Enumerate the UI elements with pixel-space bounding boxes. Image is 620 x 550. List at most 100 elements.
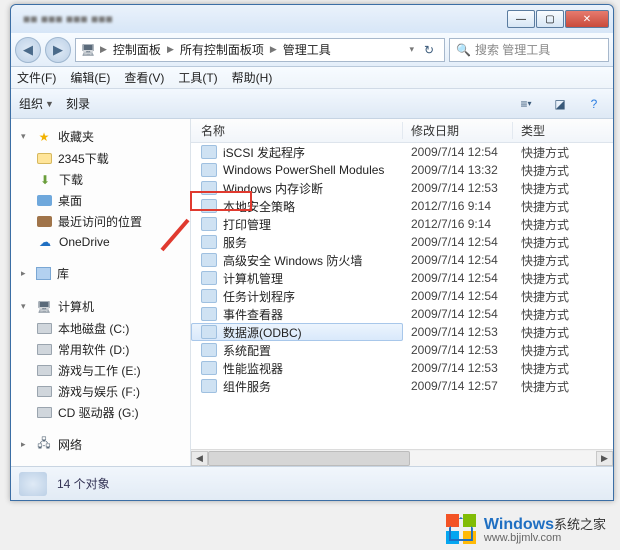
folder-icon bbox=[37, 153, 52, 164]
menu-tools[interactable]: 工具(T) bbox=[178, 69, 217, 86]
computer-icon: 🖥 bbox=[80, 42, 96, 58]
menu-view[interactable]: 查看(V) bbox=[124, 69, 164, 86]
library-icon bbox=[36, 267, 51, 280]
desktop-icon bbox=[37, 195, 52, 206]
crumb-all-items[interactable]: 所有控制面板项 bbox=[178, 41, 266, 58]
sidebar-item-onedrive[interactable]: ☁OneDrive bbox=[17, 232, 190, 252]
search-icon: 🔍 bbox=[456, 43, 471, 57]
column-name[interactable]: 名称 bbox=[191, 122, 403, 139]
chevron-down-icon[interactable]: ▾ bbox=[407, 44, 416, 55]
item-date: 2009/7/14 12:57 bbox=[403, 379, 513, 393]
column-date[interactable]: 修改日期 bbox=[403, 122, 513, 139]
shortcut-icon bbox=[201, 325, 217, 339]
network-group[interactable]: ▸🖧网络 bbox=[17, 433, 190, 456]
shortcut-icon bbox=[201, 235, 217, 249]
list-item[interactable]: 组件服务2009/7/14 12:57快捷方式 bbox=[191, 377, 613, 395]
maximize-button[interactable]: ▢ bbox=[536, 10, 564, 28]
item-type: 快捷方式 bbox=[513, 342, 613, 359]
list-item[interactable]: 高级安全 Windows 防火墙2009/7/14 12:54快捷方式 bbox=[191, 251, 613, 269]
item-date: 2009/7/14 12:54 bbox=[403, 289, 513, 303]
search-input[interactable]: 🔍 搜索 管理工具 bbox=[449, 38, 609, 62]
column-type[interactable]: 类型 bbox=[513, 122, 613, 139]
list-item[interactable]: 任务计划程序2009/7/14 12:54快捷方式 bbox=[191, 287, 613, 305]
list-item[interactable]: Windows 内存诊断2009/7/14 12:53快捷方式 bbox=[191, 179, 613, 197]
item-type: 快捷方式 bbox=[513, 378, 613, 395]
item-name: 高级安全 Windows 防火墙 bbox=[223, 252, 362, 269]
list-item[interactable]: 事件查看器2009/7/14 12:54快捷方式 bbox=[191, 305, 613, 323]
titlebar: ■■ ■■■ ■■■ ■■■ — ▢ ✕ bbox=[11, 5, 613, 33]
sidebar-item-downloads[interactable]: ⬇下载 bbox=[17, 169, 190, 190]
shortcut-icon bbox=[201, 253, 217, 267]
help-button[interactable]: ? bbox=[583, 94, 605, 114]
item-date: 2012/7/16 9:14 bbox=[403, 199, 513, 213]
computer-group[interactable]: ▾🖥计算机 bbox=[17, 295, 190, 318]
list-item[interactable]: 系统配置2009/7/14 12:53快捷方式 bbox=[191, 341, 613, 359]
item-date: 2009/7/14 12:54 bbox=[403, 235, 513, 249]
drive-icon bbox=[37, 365, 52, 376]
forward-button[interactable]: ▶ bbox=[45, 37, 71, 63]
breadcrumb[interactable]: 🖥 ▶ 控制面板 ▶ 所有控制面板项 ▶ 管理工具 ▾ ↻ bbox=[75, 38, 445, 62]
libraries-group[interactable]: ▸库 bbox=[17, 262, 190, 285]
item-name: Windows 内存诊断 bbox=[223, 180, 323, 197]
sidebar-drive-e[interactable]: 游戏与工作 (E:) bbox=[17, 360, 190, 381]
crumb-control-panel[interactable]: 控制面板 bbox=[111, 41, 163, 58]
burn-button[interactable]: 刻录 bbox=[66, 95, 90, 112]
list-item[interactable]: 打印管理2012/7/16 9:14快捷方式 bbox=[191, 215, 613, 233]
cloud-icon: ☁ bbox=[37, 234, 53, 250]
list-item[interactable]: Windows PowerShell Modules2009/7/14 13:3… bbox=[191, 161, 613, 179]
shortcut-icon bbox=[201, 289, 217, 303]
menu-file[interactable]: 文件(F) bbox=[17, 69, 56, 86]
preview-pane-button[interactable]: ◪ bbox=[549, 94, 571, 114]
list-item[interactable]: 性能监视器2009/7/14 12:53快捷方式 bbox=[191, 359, 613, 377]
item-type: 快捷方式 bbox=[513, 162, 613, 179]
item-name: 本地安全策略 bbox=[223, 198, 295, 215]
view-options-button[interactable]: ≡▾ bbox=[515, 94, 537, 114]
menu-help[interactable]: 帮助(H) bbox=[232, 69, 273, 86]
scroll-left-button[interactable]: ◀ bbox=[191, 451, 208, 466]
sidebar-item-2345download[interactable]: 2345下载 bbox=[17, 148, 190, 169]
list-item[interactable]: 数据源(ODBC)2009/7/14 12:53快捷方式 bbox=[191, 323, 613, 341]
sidebar-drive-c[interactable]: 本地磁盘 (C:) bbox=[17, 318, 190, 339]
file-list[interactable]: iSCSI 发起程序2009/7/14 12:54快捷方式Windows Pow… bbox=[191, 143, 613, 449]
navigation-pane: ▾★收藏夹 2345下载 ⬇下载 桌面 最近访问的位置 ☁OneDrive ▸库… bbox=[11, 119, 191, 466]
scroll-track[interactable] bbox=[208, 451, 596, 466]
star-icon: ★ bbox=[36, 129, 52, 145]
scroll-thumb[interactable] bbox=[208, 451, 410, 466]
list-item[interactable]: 计算机管理2009/7/14 12:54快捷方式 bbox=[191, 269, 613, 287]
item-date: 2009/7/14 12:53 bbox=[403, 181, 513, 195]
sidebar-drive-f[interactable]: 游戏与娱乐 (F:) bbox=[17, 381, 190, 402]
scroll-right-button[interactable]: ▶ bbox=[596, 451, 613, 466]
chevron-down-icon: ▾ bbox=[21, 301, 30, 312]
menu-edit[interactable]: 编辑(E) bbox=[70, 69, 110, 86]
refresh-button[interactable]: ↻ bbox=[418, 43, 440, 57]
list-item[interactable]: 服务2009/7/14 12:54快捷方式 bbox=[191, 233, 613, 251]
favorites-group[interactable]: ▾★收藏夹 bbox=[17, 125, 190, 148]
item-type: 快捷方式 bbox=[513, 324, 613, 341]
item-type: 快捷方式 bbox=[513, 360, 613, 377]
item-name: 数据源(ODBC) bbox=[223, 324, 302, 341]
sidebar-drive-g[interactable]: CD 驱动器 (G:) bbox=[17, 402, 190, 423]
list-item[interactable]: iSCSI 发起程序2009/7/14 12:54快捷方式 bbox=[191, 143, 613, 161]
item-type: 快捷方式 bbox=[513, 144, 613, 161]
organize-button[interactable]: 组织 ▼ bbox=[19, 95, 54, 112]
back-button[interactable]: ◀ bbox=[15, 37, 41, 63]
item-date: 2009/7/14 12:54 bbox=[403, 307, 513, 321]
drive-icon bbox=[37, 344, 52, 355]
command-bar: 组织 ▼ 刻录 ≡▾ ◪ ? bbox=[11, 89, 613, 119]
drive-icon bbox=[37, 407, 52, 418]
watermark: Windows系统之家 www.bjjmlv.com bbox=[446, 514, 606, 544]
crumb-admin-tools[interactable]: 管理工具 bbox=[281, 41, 333, 58]
minimize-button[interactable]: — bbox=[507, 10, 535, 28]
status-bar: 14 个对象 bbox=[11, 466, 613, 500]
sidebar-drive-d[interactable]: 常用软件 (D:) bbox=[17, 339, 190, 360]
drive-icon bbox=[37, 323, 52, 334]
sidebar-item-recent[interactable]: 最近访问的位置 bbox=[17, 211, 190, 232]
item-date: 2009/7/14 12:53 bbox=[403, 343, 513, 357]
chevron-down-icon: ▾ bbox=[21, 131, 30, 142]
horizontal-scrollbar[interactable]: ◀ ▶ bbox=[191, 449, 613, 466]
item-type: 快捷方式 bbox=[513, 288, 613, 305]
shortcut-icon bbox=[201, 271, 217, 285]
list-item[interactable]: 本地安全策略2012/7/16 9:14快捷方式 bbox=[191, 197, 613, 215]
close-button[interactable]: ✕ bbox=[565, 10, 609, 28]
sidebar-item-desktop[interactable]: 桌面 bbox=[17, 190, 190, 211]
